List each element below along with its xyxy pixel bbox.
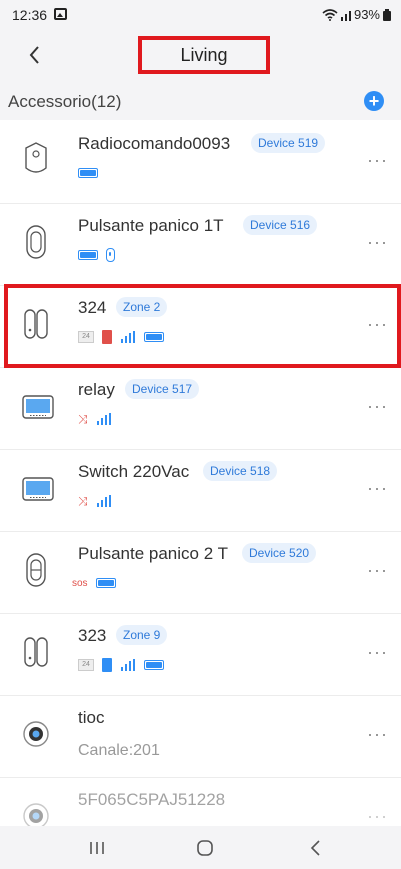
- signal-icon: [340, 10, 351, 21]
- list-item[interactable]: 5F065C5PAJ51228 ···: [0, 776, 401, 826]
- list-item[interactable]: Pulsante panico 1T Device 516 ···: [0, 202, 401, 286]
- device-badge: Device 517: [125, 379, 200, 399]
- battery-icon: [95, 578, 116, 588]
- device-channel: Canale:201: [78, 742, 160, 759]
- device-badge: Zone 2: [116, 297, 168, 317]
- device-name: relay: [78, 380, 115, 399]
- status-indicators: 93%: [322, 7, 391, 22]
- gallery-icon: [54, 8, 67, 20]
- system-back-button[interactable]: [304, 838, 328, 858]
- device-name: Radiocomando0093: [78, 134, 231, 153]
- signal-icon: [96, 495, 112, 507]
- status-icons: [78, 246, 115, 264]
- list-item[interactable]: relay Device 517 ⤨ ···: [0, 366, 401, 450]
- battery-icon: [78, 250, 98, 260]
- door-closed-icon: [102, 658, 112, 672]
- relay-panel-icon: [22, 395, 54, 419]
- status-icons: sos: [72, 574, 116, 592]
- sos-icon: sos: [72, 577, 88, 589]
- status-icons: 24: [78, 656, 164, 674]
- list-item[interactable]: 324 Zone 2 24 ···: [0, 284, 401, 368]
- add-accessory-button[interactable]: +: [364, 91, 384, 111]
- remote-control-icon: [25, 142, 47, 173]
- chevron-left-icon: [29, 46, 39, 64]
- battery-percent: 93%: [353, 7, 380, 22]
- recent-apps-icon: [90, 842, 104, 854]
- back-button[interactable]: [24, 42, 52, 68]
- camera-icon: [23, 803, 49, 826]
- system-nav-bar: [0, 826, 401, 869]
- switch-panel-icon: [22, 477, 54, 501]
- device-badge: Zone 9: [116, 625, 168, 645]
- device-badge: Device 516: [243, 215, 318, 235]
- battery-icon: [144, 332, 164, 342]
- status-icons: [78, 164, 98, 182]
- app-header: Living: [0, 30, 401, 80]
- list-item[interactable]: 323 Zone 9 24 ···: [0, 612, 401, 696]
- status-bar: 12:36 93%: [0, 0, 401, 30]
- relay-icon: ⤨: [78, 493, 88, 508]
- device-name: 323: [78, 626, 107, 645]
- recent-apps-button[interactable]: [85, 838, 109, 858]
- wifi-icon: [322, 8, 338, 21]
- status-time: 12:36: [12, 7, 48, 23]
- battery-icon: [383, 8, 391, 21]
- battery-icon: [144, 660, 164, 670]
- door-sensor-icon: [24, 637, 48, 667]
- door-sensor-icon: [24, 309, 48, 339]
- device-name: 5F065C5PAJ51228: [78, 790, 226, 809]
- more-button[interactable]: ···: [367, 396, 388, 417]
- battery-icon: [78, 168, 98, 178]
- back-icon: [310, 840, 320, 856]
- bluetooth-icon: [106, 248, 115, 262]
- device-name: 324: [78, 298, 107, 317]
- device-badge: Device 520: [242, 543, 317, 563]
- more-button[interactable]: ···: [367, 642, 388, 663]
- plus-icon: +: [368, 91, 380, 111]
- 24h-icon: 24: [78, 331, 94, 343]
- 24h-icon: 24: [78, 659, 94, 671]
- device-name: Pulsante panico 1T: [78, 216, 224, 235]
- signal-icon: [120, 659, 136, 671]
- home-button[interactable]: [193, 838, 217, 858]
- status-icons: 24: [78, 328, 164, 346]
- more-button[interactable]: ···: [367, 314, 388, 335]
- list-item[interactable]: Switch 220Vac Device 518 ⤨ ···: [0, 448, 401, 532]
- section-title: Accessorio(12): [8, 92, 122, 111]
- home-icon: [197, 840, 213, 856]
- signal-icon: [120, 331, 136, 343]
- page-title: Living: [138, 36, 270, 74]
- more-button[interactable]: ···: [367, 806, 388, 826]
- panic-button-icon: [26, 225, 46, 259]
- device-name: Pulsante panico 2 T: [78, 544, 228, 563]
- device-name: Switch 220Vac: [78, 462, 190, 481]
- more-button[interactable]: ···: [367, 560, 388, 581]
- status-icons: ⤨: [78, 492, 112, 510]
- device-badge: Device 518: [203, 461, 278, 481]
- more-button[interactable]: ···: [367, 150, 388, 171]
- more-button[interactable]: ···: [367, 478, 388, 499]
- list-item[interactable]: Radiocomando0093 Device 519 ···: [0, 120, 401, 204]
- relay-icon: ⤨: [78, 411, 88, 426]
- signal-icon: [96, 413, 112, 425]
- panic-button-2-icon: [26, 553, 46, 587]
- device-name: tioc: [78, 708, 105, 727]
- more-button[interactable]: ···: [367, 724, 388, 745]
- status-icons: ⤨: [78, 410, 112, 428]
- more-button[interactable]: ···: [367, 232, 388, 253]
- device-badge: Device 519: [251, 133, 326, 153]
- list-item[interactable]: tioc Canale:201 ···: [0, 694, 401, 778]
- section-header: Accessorio(12) +: [0, 80, 401, 120]
- door-open-icon: [102, 330, 112, 344]
- device-list: Radiocomando0093 Device 519 ··· Pulsante…: [0, 120, 401, 826]
- camera-icon: [23, 721, 49, 747]
- list-item[interactable]: Pulsante panico 2 T Device 520 sos ···: [0, 530, 401, 614]
